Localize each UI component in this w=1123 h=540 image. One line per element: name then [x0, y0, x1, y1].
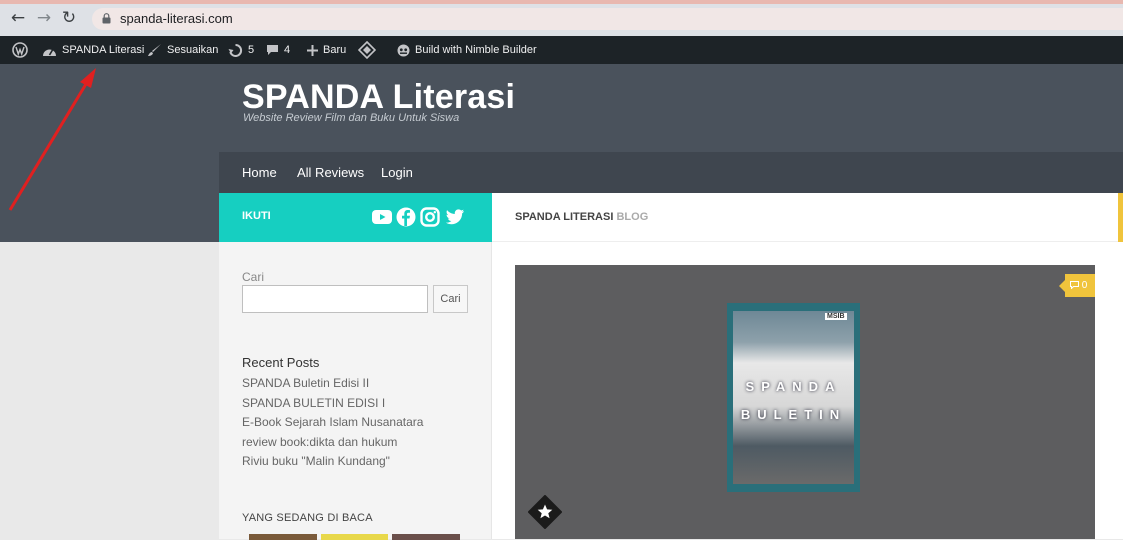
instagram-icon[interactable]: [420, 207, 440, 227]
annotation-arrow: [8, 68, 96, 211]
browser-top-strip: [0, 0, 1123, 4]
cover-logo: MSIB: [825, 313, 847, 320]
updates-link[interactable]: 5: [228, 36, 254, 64]
browser-toolbar: ← → ↻ spanda-literasi.com: [0, 0, 1123, 36]
plus-icon: [307, 44, 318, 56]
customize-link[interactable]: Sesuaikan: [147, 36, 218, 64]
currently-reading-thumbnails: [249, 534, 460, 540]
reload-icon[interactable]: ↻: [60, 9, 78, 27]
recent-posts-title: Recent Posts: [242, 355, 320, 370]
wordpress-icon: [12, 42, 28, 58]
recent-posts-list: SPANDA Buletin Edisi II SPANDA BULETIN E…: [242, 374, 423, 472]
nav-item-login[interactable]: Login: [381, 152, 413, 193]
cover-title-line1: SPANDA: [745, 379, 842, 394]
nav-item-home[interactable]: Home: [242, 152, 277, 193]
page-background: [0, 242, 219, 539]
new-content-link[interactable]: Baru: [307, 36, 346, 64]
book-thumbnail[interactable]: [249, 534, 317, 540]
follow-label: IKUTI: [242, 210, 271, 222]
group-photo: [733, 311, 854, 484]
url-text: spanda-literasi.com: [120, 11, 233, 26]
search-button[interactable]: Cari: [433, 285, 468, 313]
sidebar: Cari Cari Recent Posts SPANDA Buletin Ed…: [219, 242, 492, 540]
recent-post-link[interactable]: SPANDA BULETIN EDISI I: [242, 394, 423, 414]
comment-count-badge[interactable]: 0: [1059, 274, 1095, 297]
content-heading-bar: SPANDA LITERASI BLOG: [492, 193, 1123, 242]
content-heading: SPANDA LITERASI BLOG: [515, 211, 648, 223]
recent-post-link[interactable]: review book:dikta dan hukum: [242, 433, 423, 453]
comments-link[interactable]: 4: [266, 36, 290, 64]
book-thumbnail[interactable]: [321, 534, 388, 540]
wp-admin-bar: SPANDA Literasi Sesuaikan 5 4 Baru Build…: [0, 36, 1123, 64]
updates-count: 5: [248, 44, 255, 56]
facebook-icon[interactable]: [396, 207, 416, 227]
content-heading-sub: BLOG: [616, 211, 649, 223]
comment-icon: [267, 45, 278, 55]
diamond-menu[interactable]: [358, 36, 376, 64]
search-label: Cari: [242, 270, 265, 284]
brush-icon: [148, 44, 161, 56]
new-content-label: Baru: [323, 44, 347, 56]
follow-bar: IKUTI: [219, 193, 492, 242]
main-navigation: Home All Reviews Login: [219, 152, 1123, 193]
nimble-builder-icon: [397, 44, 410, 56]
dashboard-icon: [43, 49, 56, 56]
accent-strip: [1118, 193, 1123, 242]
youtube-icon[interactable]: [372, 207, 392, 227]
book-thumbnail[interactable]: [392, 534, 460, 540]
buletin-cover-image[interactable]: MSIB SPANDA BULETIN: [727, 303, 860, 492]
comments-count: 4: [284, 44, 291, 56]
site-description: Website Review Film dan Buku Untuk Siswa: [243, 112, 460, 124]
recent-post-link[interactable]: SPANDA Buletin Edisi II: [242, 374, 423, 394]
search-input[interactable]: [242, 285, 428, 313]
lock-icon: [102, 13, 111, 24]
content-heading-main: SPANDA LITERASI: [515, 211, 614, 223]
cover-title-line2: BULETIN: [740, 407, 847, 422]
back-icon[interactable]: ←: [9, 9, 27, 27]
comment-bubble-icon: [1070, 281, 1079, 290]
recent-post-link[interactable]: E-Book Sejarah Islam Nusanatara: [242, 413, 423, 433]
address-bar[interactable]: spanda-literasi.com: [92, 8, 1123, 30]
diamond-icon: [358, 41, 376, 59]
nav-item-all-reviews[interactable]: All Reviews: [297, 152, 364, 193]
updates-icon: [228, 43, 243, 57]
featured-star-icon: [528, 495, 562, 529]
nimble-builder-label: Build with Nimble Builder: [415, 44, 537, 56]
twitter-icon[interactable]: [445, 207, 465, 227]
customize-label: Sesuaikan: [167, 44, 219, 56]
nimble-builder-link[interactable]: Build with Nimble Builder: [397, 36, 537, 64]
currently-reading-title: YANG SEDANG DI BACA: [242, 512, 373, 524]
recent-post-link[interactable]: Riviu buku "Malin Kundang": [242, 452, 423, 472]
comment-count: 0: [1081, 280, 1088, 291]
forward-icon[interactable]: →: [35, 9, 53, 27]
